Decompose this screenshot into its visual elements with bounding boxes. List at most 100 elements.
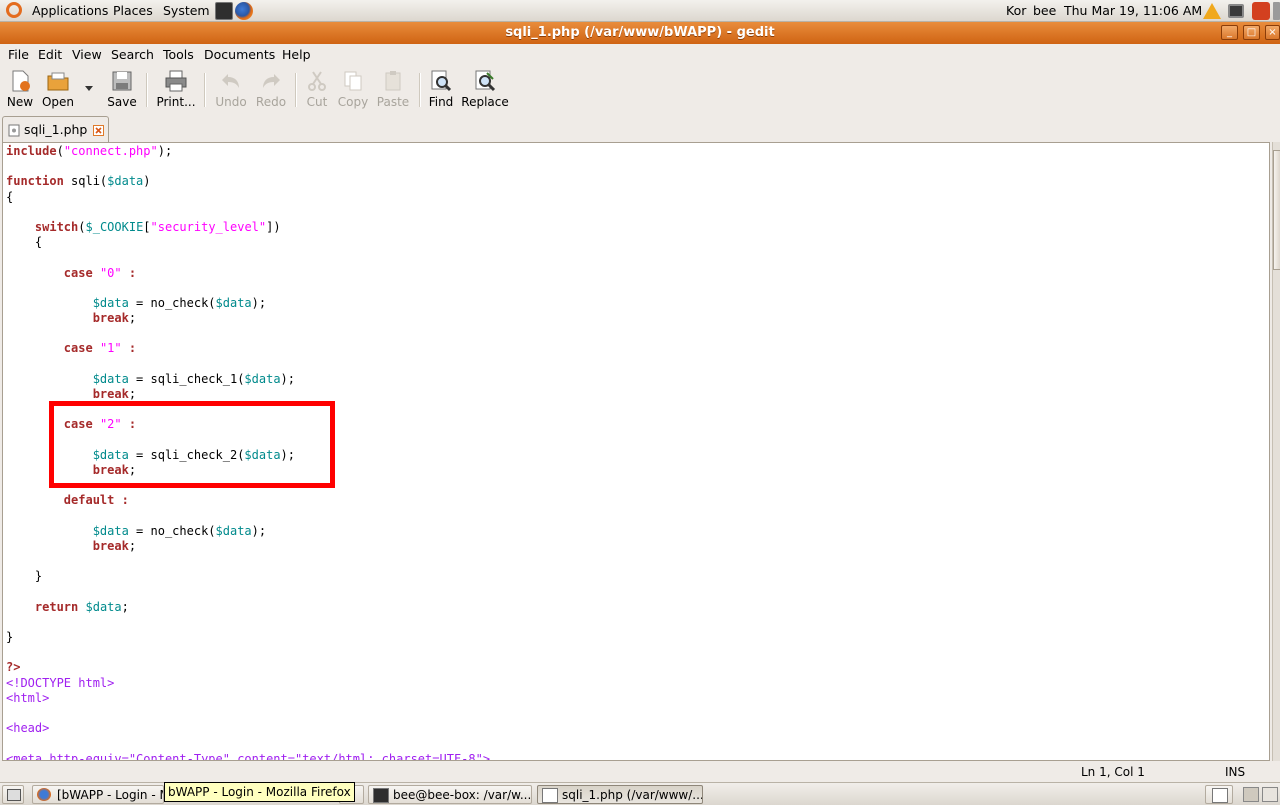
code-line[interactable]: $data = no_check($data); <box>6 524 490 539</box>
firefox-icon[interactable] <box>235 2 253 20</box>
undo-arrow-icon <box>222 74 239 88</box>
scrollbar-thumb[interactable] <box>1273 150 1280 270</box>
code-line[interactable]: switch($_COOKIE["security_level"]) <box>6 220 490 235</box>
close-tab-icon[interactable] <box>93 125 104 136</box>
code-line[interactable]: ​ <box>6 615 490 630</box>
save-label: Save <box>107 95 137 109</box>
code-line[interactable]: case "1" : <box>6 341 490 356</box>
network-icon[interactable] <box>1228 4 1244 18</box>
code-line[interactable]: ​ <box>6 205 490 220</box>
toolbar-separator <box>204 73 206 107</box>
code-line[interactable]: <html> <box>6 691 490 706</box>
code-line[interactable]: { <box>6 190 490 205</box>
menu-tools[interactable]: Tools <box>163 47 194 62</box>
toolbar-separator <box>146 73 148 107</box>
new-button[interactable]: New <box>4 69 36 109</box>
chevron-down-icon <box>85 86 93 91</box>
menu-view[interactable]: View <box>72 47 102 62</box>
code-line[interactable]: ​ <box>6 645 490 660</box>
menu-edit[interactable]: Edit <box>38 47 62 62</box>
code-line[interactable]: ​ <box>6 159 490 174</box>
redo-button[interactable]: Redo <box>253 69 289 109</box>
code-line[interactable]: ​ <box>6 706 490 721</box>
code-line[interactable]: ​ <box>6 281 490 296</box>
places-menu[interactable]: Places <box>113 3 153 18</box>
toolbar-separator <box>295 73 297 107</box>
code-line[interactable]: } <box>6 569 490 584</box>
replace-button[interactable]: Replace <box>461 69 509 109</box>
scissors-icon <box>308 71 326 91</box>
paste-button[interactable]: Paste <box>374 69 412 109</box>
code-line[interactable]: { <box>6 235 490 250</box>
code-line[interactable]: break; <box>6 311 490 326</box>
system-menu[interactable]: System <box>163 3 210 18</box>
code-line[interactable]: ​ <box>6 736 490 751</box>
menu-file[interactable]: File <box>8 47 29 62</box>
menubar: File Edit View Search Tools Documents He… <box>0 44 1280 65</box>
code-line[interactable]: ​ <box>6 584 490 599</box>
save-button[interactable]: Save <box>104 69 140 109</box>
open-recent-dropdown[interactable] <box>83 81 95 95</box>
code-line[interactable]: } <box>6 630 490 645</box>
code-line[interactable]: ?> <box>6 660 490 675</box>
insert-mode[interactable]: INS <box>1225 765 1245 779</box>
cut-button[interactable]: Cut <box>302 69 332 109</box>
code-line[interactable]: ​ <box>6 250 490 265</box>
close-button[interactable]: × <box>1265 25 1280 40</box>
terminal-icon[interactable] <box>215 2 233 20</box>
taskbar-tooltip: bWAPP - Login - Mozilla Firefox <box>164 782 355 802</box>
code-line[interactable]: default : <box>6 493 490 508</box>
paste-label: Paste <box>376 95 410 109</box>
code-line[interactable]: include("connect.php"); <box>6 144 490 159</box>
show-desktop-button[interactable] <box>2 785 24 804</box>
menu-help[interactable]: Help <box>282 47 311 62</box>
code-line[interactable]: break; <box>6 387 490 402</box>
code-line[interactable]: case "0" : <box>6 266 490 281</box>
highlight-box <box>49 401 335 488</box>
tab-sqli-1-php[interactable]: sqli_1.php <box>2 116 109 143</box>
workspace-switcher-icon[interactable] <box>1243 787 1259 802</box>
power-icon[interactable] <box>1252 2 1270 20</box>
find-button[interactable]: Find <box>426 69 456 109</box>
code-line[interactable]: break; <box>6 539 490 554</box>
code-line[interactable]: function sqli($data) <box>6 174 490 189</box>
code-line[interactable]: ​ <box>6 554 490 569</box>
minimize-button[interactable]: _ <box>1221 25 1238 40</box>
vertical-scrollbar[interactable] <box>1272 142 1280 761</box>
code-line[interactable]: <!DOCTYPE html> <box>6 676 490 691</box>
clock[interactable]: Thu Mar 19, 11:06 AM <box>1064 3 1202 18</box>
workspace-switcher-icon[interactable] <box>1262 787 1278 802</box>
warning-icon[interactable] <box>1203 3 1221 19</box>
keyboard-layout-indicator[interactable]: Kor <box>1006 3 1026 18</box>
code-editor[interactable]: include("connect.php");​function sqli($d… <box>2 142 1270 761</box>
code-line[interactable]: ​ <box>6 357 490 372</box>
user-name[interactable]: bee <box>1033 3 1056 18</box>
open-button[interactable]: Open <box>40 69 76 109</box>
menu-search[interactable]: Search <box>111 47 154 62</box>
volume-icon[interactable] <box>1273 2 1280 20</box>
code-line[interactable]: ​ <box>6 326 490 341</box>
undo-button[interactable]: Undo <box>213 69 249 109</box>
applications-menu[interactable]: Applications <box>32 3 108 18</box>
taskbar-item-gedit[interactable]: sqli_1.php (/var/www/... <box>537 785 703 804</box>
notes-applet[interactable] <box>1205 785 1233 804</box>
redo-arrow-icon <box>263 74 280 88</box>
code-line[interactable]: <head> <box>6 721 490 736</box>
copy-button[interactable]: Copy <box>336 69 370 109</box>
document-icon <box>8 124 20 137</box>
code-line[interactable]: $data = no_check($data); <box>6 296 490 311</box>
taskbar-item-firefox-login[interactable]: [bWAPP - Login - M <box>32 785 164 804</box>
open-folder-icon <box>47 72 69 91</box>
ubuntu-logo-icon[interactable] <box>6 2 22 18</box>
window-title-bar[interactable]: sqli_1.php (/var/www/bWAPP) - gedit _ □ … <box>0 22 1280 44</box>
code-line[interactable]: $data = sqli_check_1($data); <box>6 372 490 387</box>
maximize-button[interactable]: □ <box>1243 25 1260 40</box>
print-button[interactable]: Print... <box>155 69 197 109</box>
menu-documents[interactable]: Documents <box>204 47 275 62</box>
statusbar: Ln 1, Col 1 INS <box>0 762 1280 782</box>
code-line[interactable]: ​ <box>6 509 490 524</box>
code-line[interactable]: <meta http-equiv="Content-Type" content=… <box>6 752 490 761</box>
code-line[interactable]: return $data; <box>6 600 490 615</box>
tab-label: sqli_1.php <box>24 122 88 137</box>
taskbar-item-terminal[interactable]: bee@bee-box: /var/w... <box>368 785 532 804</box>
